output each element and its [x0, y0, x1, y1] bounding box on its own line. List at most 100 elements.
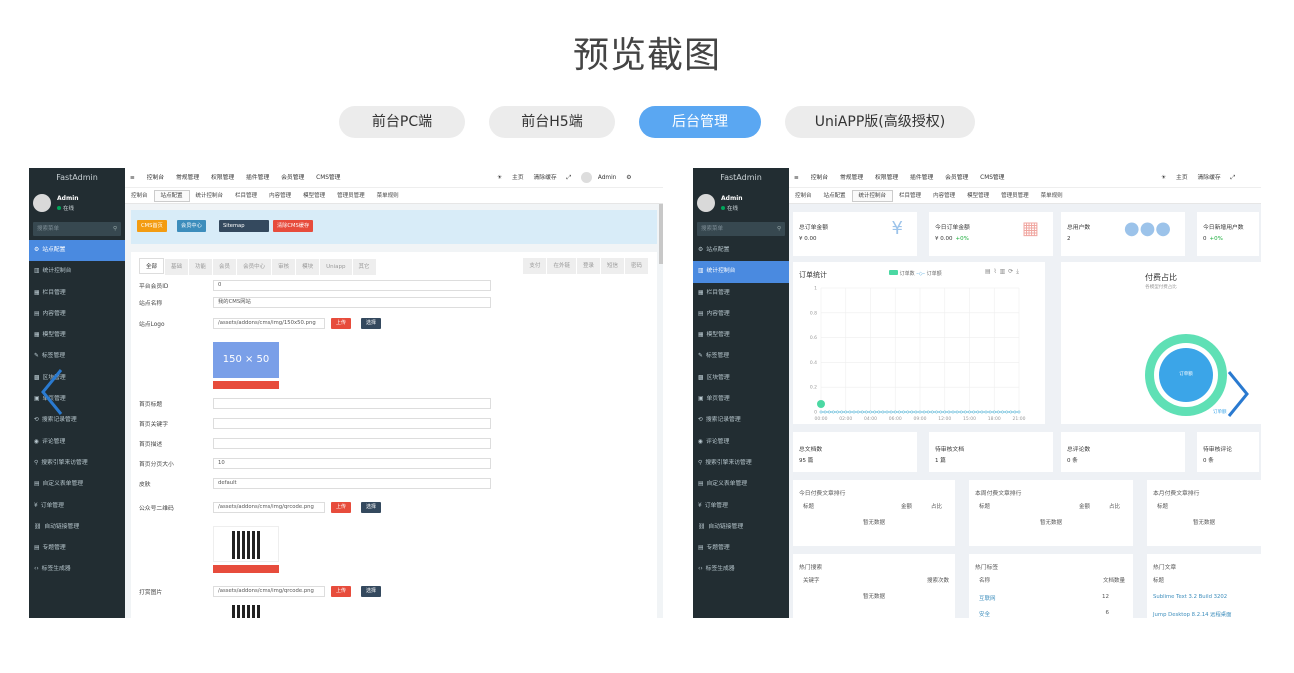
sub-tab[interactable]: 统计控制台	[190, 188, 230, 204]
sidebar-item[interactable]: ▦ 模型管理	[693, 325, 789, 346]
menu-search-input[interactable]: 搜索菜单 ⚲	[33, 222, 121, 236]
top-nav-user[interactable]: 会员管理	[945, 175, 968, 181]
choose-button[interactable]: 选择	[361, 318, 382, 329]
sub-tab[interactable]: 管理员管理	[995, 188, 1035, 204]
sidebar-item[interactable]: ⚲ 搜索引擎来访管理	[29, 453, 125, 474]
sub-tab[interactable]: 菜单规则	[1035, 188, 1069, 204]
form-tab[interactable]: 基础	[165, 259, 189, 275]
form-tab[interactable]: 会员	[213, 259, 237, 275]
top-nav-cms[interactable]: CMS管理	[980, 175, 1004, 181]
tag-link[interactable]: 互联网	[979, 594, 996, 602]
scrollbar[interactable]	[659, 204, 663, 264]
sub-tab[interactable]: 站点配置	[153, 190, 190, 202]
sidebar-item[interactable]: ‹› 标签生成器	[693, 559, 789, 580]
home-link[interactable]: 主页	[1176, 175, 1188, 181]
field-input[interactable]	[213, 418, 491, 429]
sidebar-item[interactable]: ⚙ 站点配置	[693, 240, 789, 261]
tab-h5[interactable]: 前台H5端	[489, 106, 615, 138]
theme-icon[interactable]: ☀	[1161, 175, 1166, 181]
top-nav-auth[interactable]: 权限管理	[211, 175, 234, 181]
sidebar-item[interactable]: ⚙ 站点配置	[29, 240, 125, 262]
field-input[interactable]: 10	[213, 458, 491, 469]
sidebar-item[interactable]: ¥ 订单管理	[693, 496, 789, 517]
sub-tab[interactable]: 模型管理	[297, 188, 331, 204]
sub-tab[interactable]: 内容管理	[263, 188, 297, 204]
next-arrow-icon[interactable]	[1225, 370, 1251, 418]
settings-icon[interactable]: ⚙	[626, 175, 631, 181]
top-nav-addon[interactable]: 插件管理	[910, 175, 933, 181]
sidebar-item[interactable]: ▥ 统计控制台	[693, 261, 789, 283]
sidebar-item[interactable]: ▤ 专题管理	[693, 538, 789, 559]
cms-home-button[interactable]: CMS首页	[137, 220, 167, 232]
field-input[interactable]: /assets/addons/cms/img/150x50.png	[213, 318, 325, 329]
top-nav-user[interactable]: 会员管理	[281, 175, 304, 181]
fullscreen-icon[interactable]: ⤢	[1231, 175, 1236, 181]
sub-tab[interactable]: 站点配置	[818, 188, 852, 204]
sub-tab[interactable]: 统计控制台	[851, 190, 894, 202]
article-link[interactable]: Jump Desktop 8.2.14 远程桌面	[1153, 610, 1231, 618]
sub-tab[interactable]: 模型管理	[961, 188, 995, 204]
sidebar-item[interactable]: ‹› 标签生成器	[29, 559, 125, 580]
menu-toggle-icon[interactable]: ≡	[794, 175, 799, 181]
form-tab[interactable]: 会员中心	[237, 259, 272, 275]
choose-button[interactable]: 选择	[361, 586, 382, 597]
avatar[interactable]	[581, 172, 593, 183]
choose-button[interactable]: 选择	[361, 502, 382, 513]
home-link[interactable]: 主页	[512, 175, 524, 181]
form-tab[interactable]: 审核	[272, 259, 296, 275]
tab-pc[interactable]: 前台PC端	[339, 106, 465, 138]
form-tab[interactable]: 支付	[523, 258, 547, 274]
upload-button[interactable]: 上传	[331, 586, 352, 597]
sidebar-item[interactable]: ✎ 标签管理	[29, 346, 125, 367]
sidebar-item[interactable]: ▦ 模型管理	[29, 325, 125, 346]
theme-icon[interactable]: ☀	[497, 175, 502, 181]
sidebar-item[interactable]: ▦ 栏目管理	[693, 283, 789, 304]
field-input[interactable]	[213, 438, 491, 449]
sub-tab[interactable]: 栏目管理	[229, 188, 263, 204]
sidebar-item[interactable]: ▩ 区块管理	[693, 368, 789, 389]
top-nav-cms[interactable]: CMS管理	[316, 175, 340, 181]
fullscreen-icon[interactable]: ⤢	[567, 175, 572, 181]
menu-toggle-icon[interactable]: ≡	[130, 175, 135, 181]
top-nav-auth[interactable]: 权限管理	[875, 175, 898, 181]
sidebar-item[interactable]: ▣ 单页管理	[693, 389, 789, 410]
sub-tab[interactable]: 控制台	[125, 188, 154, 204]
top-nav-dashboard[interactable]: 控制台	[811, 175, 828, 181]
sidebar-item[interactable]: ▤ 专题管理	[29, 538, 125, 559]
article-link[interactable]: Sublime Text 3.2 Build 3202	[1153, 594, 1227, 600]
form-tab[interactable]: 短信	[600, 258, 624, 274]
field-input[interactable]	[213, 398, 491, 409]
field-input[interactable]: /assets/addons/cms/img/qrcode.png	[213, 502, 325, 513]
form-tab[interactable]: 密码	[624, 258, 648, 274]
field-input[interactable]: default	[213, 478, 491, 489]
sidebar-item[interactable]: ▤ 自定义表单管理	[693, 474, 789, 495]
form-tab[interactable]: 在外链	[547, 258, 576, 274]
member-center-button[interactable]: 会员中心	[177, 220, 206, 232]
sidebar-item[interactable]: ▤ 内容管理	[29, 304, 125, 325]
sidebar-item[interactable]: ⛓ 自动链接管理	[29, 517, 125, 538]
form-tab[interactable]: 全部	[139, 258, 165, 274]
sitemap-button[interactable]: Sitemap	[219, 220, 269, 232]
upload-button[interactable]: 上传	[331, 502, 352, 513]
top-nav-dashboard[interactable]: 控制台	[147, 175, 164, 181]
sidebar-item[interactable]: ▦ 栏目管理	[29, 283, 125, 304]
sidebar-item[interactable]: ¥ 订单管理	[29, 496, 125, 517]
menu-search-input[interactable]: 搜索菜单 ⚲	[697, 222, 785, 236]
form-tab[interactable]: 模块	[296, 259, 320, 275]
sidebar-item[interactable]: ◉ 评论管理	[29, 432, 125, 453]
sidebar-item[interactable]: ▤ 自定义表单管理	[29, 474, 125, 495]
sidebar-item[interactable]: ✎ 标签管理	[693, 346, 789, 367]
sub-tab[interactable]: 管理员管理	[331, 188, 371, 204]
tab-admin[interactable]: 后台管理	[639, 106, 761, 138]
upload-button[interactable]: 上传	[331, 318, 352, 329]
sidebar-item[interactable]: ⚲ 搜索引擎来访管理	[693, 453, 789, 474]
sub-tab[interactable]: 栏目管理	[893, 188, 927, 204]
form-tab[interactable]: 其它	[352, 259, 376, 275]
form-tab[interactable]: Uniapp	[320, 259, 352, 275]
sidebar-item[interactable]: ▥ 统计控制台	[29, 261, 125, 282]
clear-cms-cache-button[interactable]: 清除CMS缓存	[273, 220, 314, 232]
form-tab[interactable]: 登录	[576, 258, 600, 274]
delete-logo-button[interactable]	[213, 381, 279, 389]
field-input[interactable]: 我的CMS网站	[213, 297, 491, 308]
tag-link[interactable]: 安全	[979, 610, 990, 618]
